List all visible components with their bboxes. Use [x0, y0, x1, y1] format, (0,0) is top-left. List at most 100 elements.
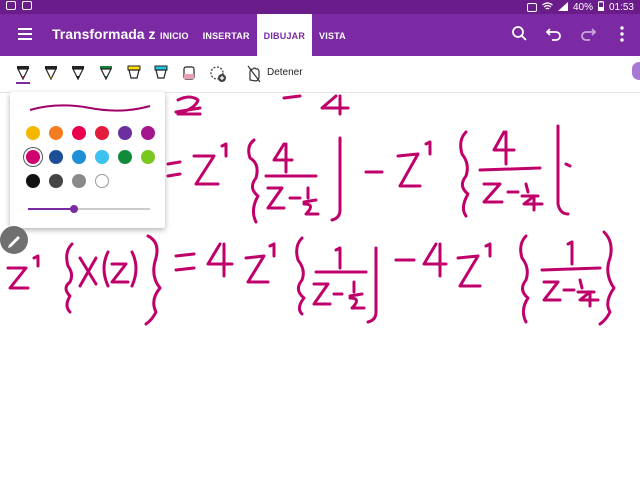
pen-color-popup	[10, 92, 165, 228]
ink-stroke	[312, 282, 344, 306]
more-icon[interactable]	[612, 24, 632, 44]
ink-stroke	[144, 234, 162, 326]
notebook-title: Transformada z	[52, 26, 156, 42]
ink-stroke	[456, 254, 482, 288]
pen-green-icon[interactable]	[98, 64, 114, 84]
ink-stroke	[424, 140, 432, 156]
edit-pencil-button[interactable]	[0, 226, 28, 254]
ink-stroke	[247, 138, 260, 224]
color-swatch[interactable]	[95, 126, 109, 140]
ink-stroke	[520, 182, 544, 212]
wifi-icon	[542, 1, 553, 14]
color-swatch[interactable]	[72, 174, 86, 188]
ink-stroke	[396, 152, 422, 188]
ink-stroke	[32, 254, 40, 268]
ink-stroke	[102, 250, 110, 288]
menu-icon[interactable]	[18, 28, 32, 40]
pen-black-icon[interactable]	[70, 64, 86, 84]
ink-stroke	[272, 142, 294, 174]
thickness-slider-knob[interactable]	[70, 205, 79, 213]
ribbon-tabs: INICIO INSERTAR DIBUJAR VISTA	[153, 14, 353, 56]
color-swatch[interactable]	[141, 150, 155, 164]
ink-stroke	[220, 142, 228, 158]
ink-stroke	[576, 278, 600, 308]
ink-stroke	[192, 154, 220, 186]
ink-stroke	[268, 242, 276, 258]
ink-stroke	[334, 246, 342, 270]
ink-stroke	[282, 94, 302, 100]
ink-stroke	[6, 266, 30, 290]
ink-stroke	[330, 136, 342, 222]
eraser-icon[interactable]	[181, 64, 197, 84]
ink-stroke	[266, 186, 302, 210]
ink-stroke	[78, 256, 98, 288]
color-swatch[interactable]	[72, 126, 86, 140]
ink-stroke	[459, 130, 470, 218]
ink-stroke	[564, 162, 572, 168]
pencil-icon	[8, 236, 20, 248]
ink-stroke	[492, 130, 516, 166]
battery-percent: 40%	[572, 2, 593, 13]
ink-stroke	[244, 254, 270, 284]
battery-icon	[597, 1, 604, 14]
ink-stroke	[110, 262, 130, 284]
ink-stroke	[566, 240, 574, 266]
undo-icon[interactable]	[544, 24, 564, 44]
color-swatch[interactable]	[49, 150, 63, 164]
tab-inicio[interactable]: INICIO	[153, 14, 196, 56]
ink-stroke	[64, 242, 74, 314]
redo-icon[interactable]	[578, 24, 598, 44]
app-bar: Transformada z INICIO INSERTAR DIBUJAR V…	[0, 14, 640, 56]
ink-stroke	[174, 252, 196, 272]
side-handle[interactable]	[632, 62, 640, 80]
thickness-slider[interactable]	[28, 205, 150, 213]
ink-stroke	[519, 234, 530, 324]
color-swatch[interactable]	[95, 174, 109, 188]
color-swatch[interactable]	[26, 150, 40, 164]
ink-stroke	[598, 230, 616, 326]
color-swatch[interactable]	[49, 126, 63, 140]
color-swatch[interactable]	[118, 150, 132, 164]
stroke-preview	[29, 104, 151, 112]
ink-stroke	[130, 250, 138, 288]
color-swatch[interactable]	[26, 126, 40, 140]
tab-dibujar[interactable]: DIBUJAR	[256, 14, 313, 56]
ink-stroke	[176, 95, 202, 116]
ink-stroke	[366, 246, 378, 324]
color-swatch[interactable]	[95, 150, 109, 164]
color-swatch[interactable]	[72, 150, 86, 164]
color-swatch[interactable]	[141, 126, 155, 140]
highlighter-yellow-icon[interactable]	[126, 64, 142, 84]
search-icon[interactable]	[510, 24, 530, 44]
status-bar: 40% 01:53	[0, 0, 640, 14]
ink-stroke	[206, 242, 234, 278]
ink-stroke	[478, 166, 542, 172]
tab-vista[interactable]: VISTA	[312, 14, 353, 56]
ink-stroke	[556, 124, 570, 216]
color-swatch[interactable]	[26, 174, 40, 188]
lasso-add-icon[interactable]	[208, 64, 228, 84]
ink-stroke	[540, 266, 602, 272]
ink-stroke	[422, 242, 448, 278]
ink-stroke	[320, 94, 350, 116]
thickness-slider-fill	[28, 208, 75, 210]
gallery-icon	[22, 1, 32, 10]
ink-stroke	[348, 280, 366, 310]
ink-stroke	[302, 186, 320, 216]
stop-drawing-label[interactable]: Detener	[267, 67, 303, 78]
stop-drawing-icon[interactable]	[246, 64, 262, 84]
ink-stroke	[482, 182, 520, 204]
ink-stroke	[166, 160, 182, 178]
color-swatch[interactable]	[118, 126, 132, 140]
pen-red-icon[interactable]	[15, 64, 31, 84]
ink-stroke	[542, 280, 576, 302]
ink-stroke	[295, 236, 306, 316]
ink-stroke	[484, 242, 492, 258]
pen-yellow-icon[interactable]	[43, 64, 59, 84]
color-swatch[interactable]	[49, 174, 63, 188]
clock: 01:53	[608, 2, 634, 13]
signal-icon	[557, 1, 568, 14]
mute-icon	[526, 3, 537, 12]
tab-insertar[interactable]: INSERTAR	[196, 14, 257, 56]
highlighter-cyan-icon[interactable]	[153, 64, 169, 84]
